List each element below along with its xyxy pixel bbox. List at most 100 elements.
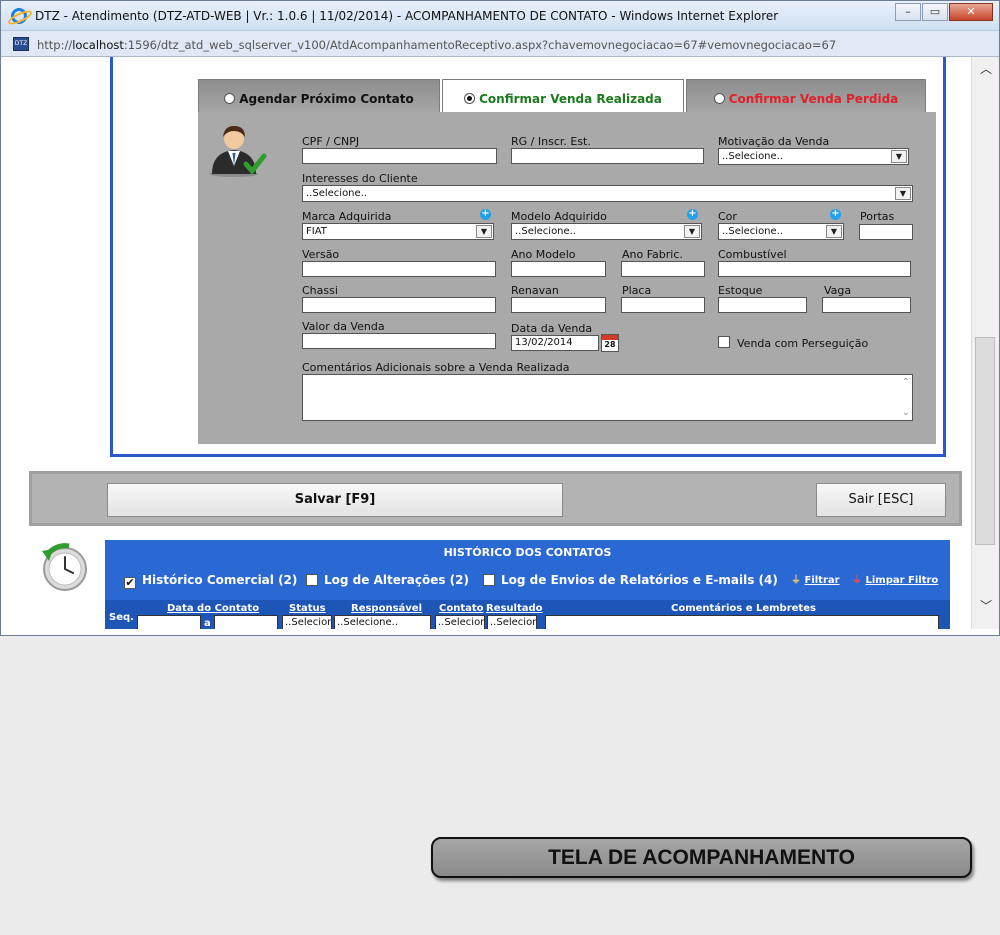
minimize-button[interactable]: – [895,3,921,21]
radio-icon[interactable] [713,93,725,104]
checkbox-icon[interactable] [483,574,495,586]
sale-form-frame: Agendar Próximo Contato Confirmar Venda … [110,57,946,457]
select-value: ..Selecione.. [515,226,577,237]
screen-caption: TELA DE ACOMPANHAMENTO [431,837,972,878]
versao-input[interactable] [302,261,496,277]
col-responsavel[interactable]: Responsável [351,603,422,614]
vaga-input[interactable] [822,297,911,313]
renavan-input[interactable] [511,297,606,313]
funnel-icon: ⏚ [791,575,801,586]
motivacao-select[interactable]: ..Selecione.. ▼ [718,148,909,165]
rg-input[interactable] [511,148,704,164]
date-range-separator: a [204,618,211,629]
col-resultado[interactable]: Resultado [486,603,543,614]
combustivel-input[interactable] [718,261,911,277]
contato-filter-select[interactable]: ..Selecion [435,615,485,629]
clear-filter-link[interactable]: ⏚ Limpar Filtro [852,571,938,586]
portas-input[interactable] [859,224,913,240]
cor-label: Cor [718,210,737,223]
chevron-down-icon[interactable]: ▼ [891,150,907,163]
interesses-label: Interesses do Cliente [302,172,418,185]
chassi-input[interactable] [302,297,496,313]
responsavel-filter-select[interactable]: ..Selecione.. [334,615,431,629]
date-from-input[interactable] [137,615,201,629]
add-cor-plus-icon[interactable]: + [830,209,841,220]
tab-confirmar-venda-realizada[interactable]: Confirmar Venda Realizada [442,79,684,113]
renavan-label: Renavan [511,284,559,297]
history-panel: HISTÓRICO DOS CONTATOS ✔ Histórico Comerc… [105,540,950,629]
chevron-down-icon[interactable]: ▼ [895,187,911,200]
cpf-label: CPF / CNPJ [302,135,360,148]
resultado-filter-select[interactable]: ..Selecion [487,615,537,629]
cor-select[interactable]: ..Selecione.. ▼ [718,223,844,240]
interesses-select[interactable]: ..Selecione.. ▼ [302,185,913,202]
action-button-bar: Salvar [F9] Sair [ESC] [29,471,962,526]
comentarios-label: Comentários Adicionais sobre a Venda Rea… [302,361,570,374]
scroll-up-arrow-icon[interactable]: ︿ [978,60,994,76]
tab-confirmar-venda-perdida[interactable]: Confirmar Venda Perdida [686,79,926,113]
filter-link-label: Filtrar [804,575,840,586]
tab-agendar-proximo-contato[interactable]: Agendar Próximo Contato [198,79,440,113]
check-label: Histórico Comercial (2) [142,573,298,587]
cpf-input[interactable] [302,148,497,164]
status-filter-select[interactable]: ..Selecion [282,615,332,629]
window-title: DTZ - Atendimento (DTZ-ATD-WEB | Vr.: 1.… [35,9,779,23]
comentarios-filter-input[interactable] [545,615,939,629]
date-to-input[interactable] [214,615,278,629]
valor-input[interactable] [302,333,496,349]
filter-historico-comercial[interactable]: ✔ Histórico Comercial (2) [124,573,297,589]
col-comentarios: Comentários e Lembretes [671,603,816,614]
scroll-down-arrow-icon[interactable]: ﹀ [978,597,994,613]
data-venda-input[interactable]: 13/02/2014 [511,335,599,351]
maximize-button[interactable]: ▭ [922,3,948,21]
filter-log-alteracoes[interactable]: Log de Alterações (2) [306,573,469,587]
chevron-down-icon[interactable]: ▼ [684,225,700,238]
url-text[interactable]: http://localhost:1596/dtz_atd_web_sqlser… [37,38,836,52]
filter-link[interactable]: ⏚ Filtrar [791,571,840,586]
filter-log-envios[interactable]: Log de Envios de Relatórios e E-mails (4… [483,573,778,587]
address-bar: DTZ http://localhost:1596/dtz_atd_web_sq… [1,31,999,57]
checkbox-icon[interactable] [306,574,318,586]
radio-icon[interactable] [224,93,236,104]
scroll-down-icon[interactable]: ⌄ [902,407,910,418]
tab-label: Confirmar Venda Perdida [728,92,899,106]
marca-select[interactable]: FIAT ▼ [302,223,494,240]
vertical-scrollbar[interactable]: ︿ ﹀ [971,57,999,629]
motivacao-label: Motivação da Venda [718,135,830,148]
modelo-select[interactable]: ..Selecione.. ▼ [511,223,702,240]
placa-input[interactable] [621,297,705,313]
col-status[interactable]: Status [289,603,326,614]
chassi-label: Chassi [302,284,338,297]
page-viewport: Agendar Próximo Contato Confirmar Venda … [1,57,971,629]
add-marca-plus-icon[interactable]: + [480,209,491,220]
versao-label: Versão [302,248,340,261]
portas-label: Portas [860,210,895,223]
comentarios-textarea[interactable]: ⌃ ⌄ [302,374,913,421]
perseguicao-label: Venda com Perseguição [737,337,869,350]
add-modelo-plus-icon[interactable]: + [687,209,698,220]
close-button[interactable]: ✕ [949,3,993,21]
col-contato[interactable]: Contato [439,603,484,614]
check-label: Log de Envios de Relatórios e E-mails (4… [501,573,778,587]
history-title: HISTÓRICO DOS CONTATOS [443,546,612,559]
perseguicao-checkbox[interactable] [718,336,730,348]
select-value: ..Selecione.. [306,188,368,199]
data-venda-label: Data da Venda [511,322,593,335]
save-button[interactable]: Salvar [F9] [107,483,563,517]
select-value: ..Selecione.. [722,226,784,237]
chevron-down-icon[interactable]: ▼ [476,225,492,238]
col-data-contato[interactable]: Data do Contato [167,603,259,614]
scroll-up-icon[interactable]: ⌃ [902,377,910,388]
rg-label: RG / Inscr. Est. [511,135,591,148]
calendar-icon[interactable]: 28 [601,334,619,352]
internet-explorer-icon [11,8,27,24]
exit-button[interactable]: Sair [ESC] [816,483,946,517]
estoque-input[interactable] [718,297,807,313]
checked-checkbox-icon[interactable]: ✔ [124,577,136,589]
scrollbar-thumb[interactable] [975,337,995,545]
chevron-down-icon[interactable]: ▼ [826,225,842,238]
ano-fabric-input[interactable] [621,261,705,277]
window-controls: – ▭ ✕ [894,3,993,21]
ano-modelo-input[interactable] [511,261,606,277]
radio-selected-icon[interactable] [464,93,476,104]
